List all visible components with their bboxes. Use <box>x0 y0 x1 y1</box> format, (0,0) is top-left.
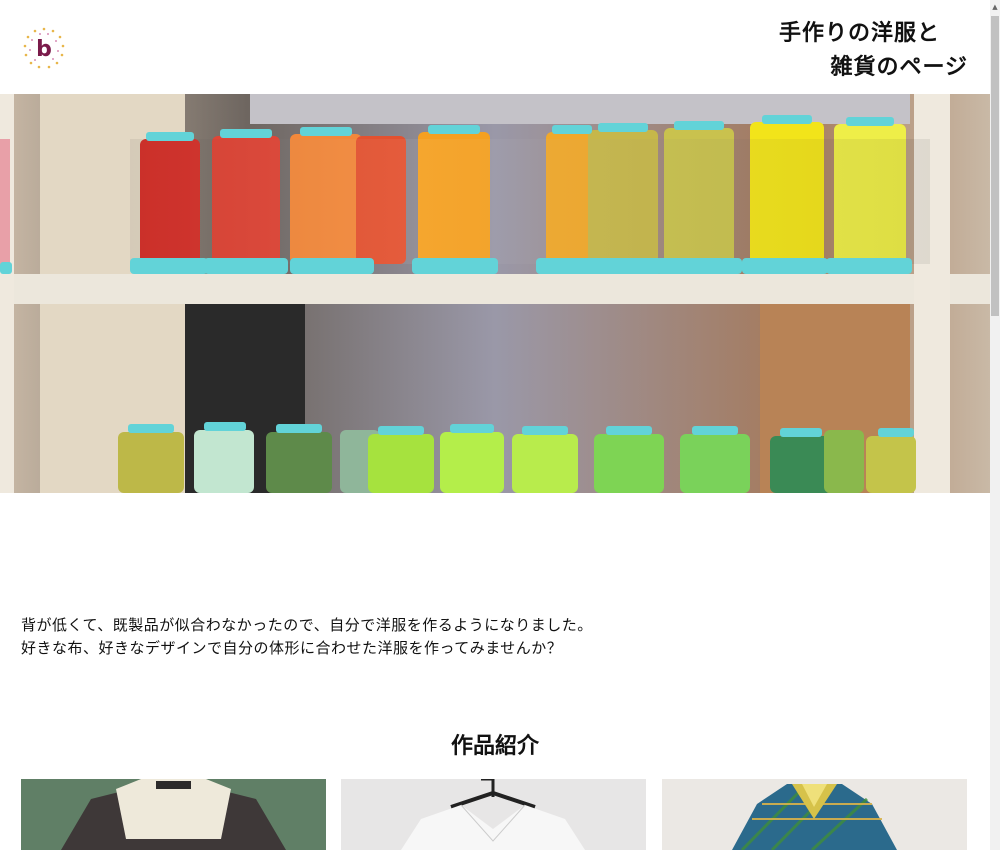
vertical-scrollbar[interactable]: ▲ <box>990 0 1000 850</box>
intro-text: 背が低くて、既製品が似合わなかったので、自分で洋服を作るようになりました。 好き… <box>21 614 593 660</box>
site-logo[interactable]: b <box>22 26 66 70</box>
site-title: 手作りの洋服と 雑貨のページ <box>779 16 968 84</box>
work-card-blouse[interactable] <box>341 779 646 850</box>
intro-line-1: 背が低くて、既製品が似合わなかったので、自分で洋服を作るようになりました。 <box>21 616 593 634</box>
works-heading: 作品紹介 <box>450 733 539 759</box>
work-card-jacket[interactable] <box>662 779 967 850</box>
intro-line-2: 好きな布、好きなデザインで自分の体形に合わせた洋服を作ってみませんか？ <box>21 639 563 657</box>
works-gallery <box>21 779 967 850</box>
scroll-up-arrow-icon[interactable]: ▲ <box>990 0 1000 14</box>
site-title-line1: 手作りの洋服と <box>778 20 940 46</box>
page: b 手作りの洋服と 雑貨のページ 背が低くて、既製品が似合わなかったので、自分で… <box>0 0 1000 850</box>
site-header: b 手作りの洋服と 雑貨のページ <box>0 0 990 94</box>
scrollbar-thumb[interactable] <box>991 16 999 316</box>
logo-letter: b <box>36 37 52 62</box>
hero-image-thread-spools <box>0 94 990 493</box>
work-card-dress[interactable] <box>21 779 326 850</box>
site-title-line2: 雑貨のページ <box>830 54 968 80</box>
